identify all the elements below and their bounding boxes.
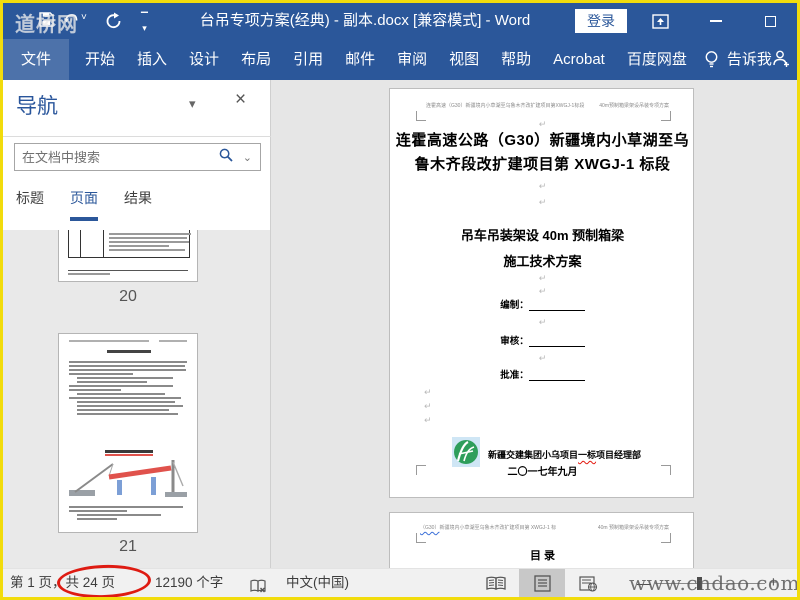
- minimize-button[interactable]: [701, 3, 731, 39]
- navigation-pane: 导航 ▾ × ⌄ 标题 页面 结果: [3, 80, 271, 568]
- tab-file[interactable]: 文件: [3, 39, 70, 80]
- word-count-status[interactable]: 12190 个字: [155, 569, 223, 597]
- language-status[interactable]: 中文(中国): [286, 569, 349, 597]
- navigation-tabs: 标题 页面 结果: [16, 188, 178, 221]
- word-window: ˅ ▔ ▾ 道桥网 台吊专项方案(经典) - 副本.docx [兼容模式] - W…: [0, 0, 800, 600]
- page-thumbnail-list[interactable]: 20 21: [3, 230, 270, 568]
- field-approved-by: 批准：: [390, 367, 695, 381]
- tab-home[interactable]: 开始: [74, 39, 126, 80]
- read-mode-button[interactable]: [473, 569, 519, 597]
- field-reviewed-by: 审核：: [390, 333, 695, 347]
- thumbnail-red-underlined-caption: [105, 450, 153, 456]
- document-page-1[interactable]: 连霍高速（G30）新疆境内小草湖至乌鲁木齐改扩建项目第XWGJ-1标段 40m预…: [389, 88, 694, 498]
- print-layout-button[interactable]: [519, 569, 565, 597]
- web-layout-button[interactable]: [565, 569, 611, 597]
- paragraph-mark: ↵: [538, 317, 547, 327]
- ribbon-display-options-button[interactable]: [645, 3, 675, 39]
- page2-header-right: 40m 预制箱梁架设吊装专项方案: [597, 525, 669, 531]
- paragraph-mark: ↵: [538, 273, 547, 283]
- title-bar: ˅ ▔ ▾ 道桥网 台吊专项方案(经典) - 副本.docx [兼容模式] - W…: [3, 3, 797, 39]
- paragraph-mark: ↵: [538, 197, 547, 207]
- thumbnail-label-21: 21: [119, 538, 137, 555]
- organization-name: 新疆交建集团小乌项目一标项目经理部: [488, 450, 642, 460]
- paragraph-mark: ↵: [424, 401, 432, 411]
- nav-tab-pages[interactable]: 页面: [70, 188, 98, 221]
- cndao-watermark: www.cndao.com: [629, 571, 800, 595]
- daoqiao-watermark: 道桥网: [15, 12, 78, 36]
- paragraph-mark: ↵: [538, 286, 547, 296]
- ribbon-tab-bar: 文件 开始 插入 设计 布局 引用 邮件 审阅 视图 帮助 Acrobat 百度…: [3, 39, 797, 80]
- thumbnail-label-20: 20: [119, 288, 137, 305]
- tab-review[interactable]: 审阅: [386, 39, 438, 80]
- doc-subtitle-line2: 施工技术方案: [503, 254, 582, 269]
- tab-view[interactable]: 视图: [438, 39, 490, 80]
- document-search-box[interactable]: ⌄: [14, 143, 261, 171]
- page1-header-left: 连霍高速（G30）新疆境内小草湖至乌鲁木齐改扩建项目第XWGJ-1标段: [426, 103, 585, 109]
- tab-design[interactable]: 设计: [178, 39, 230, 80]
- maximize-button[interactable]: [755, 3, 785, 39]
- thumbnail-page-21[interactable]: [58, 333, 198, 533]
- tab-layout[interactable]: 布局: [230, 39, 282, 80]
- paragraph-mark: ↵: [424, 415, 432, 425]
- doc-subtitle-line1: 吊车吊装架设 40m 预制箱梁: [460, 228, 625, 243]
- document-date: 二〇一七年九月: [507, 467, 578, 478]
- tab-baidu-netdisk[interactable]: 百度网盘: [616, 39, 698, 80]
- navigation-pane-title: 导航: [16, 95, 58, 118]
- paragraph-mark: ↵: [424, 387, 432, 397]
- thumbnail-table: [68, 230, 191, 258]
- thumbnail-crane-diagram: [63, 456, 195, 505]
- sign-in-button[interactable]: 登录: [575, 9, 627, 33]
- search-input[interactable]: [15, 149, 219, 165]
- doc-title-line1: 连霍高速公路（G30）新疆境内小草湖至乌: [395, 132, 690, 149]
- proofing-errors-icon[interactable]: [250, 576, 267, 597]
- share-person-icon[interactable]: [772, 49, 790, 71]
- field-prepared-by: 编制：: [390, 297, 695, 311]
- tab-acrobat[interactable]: Acrobat: [542, 39, 616, 80]
- thumbnail-text-lines: [69, 359, 189, 415]
- navigation-pane-close-icon[interactable]: ×: [235, 89, 246, 111]
- nav-tab-headings[interactable]: 标题: [16, 188, 44, 221]
- page1-header-right: 40m预制箱梁架设吊装专项方案: [599, 103, 669, 109]
- lightbulb-icon: [704, 50, 719, 69]
- paragraph-mark: ↵: [538, 353, 547, 363]
- navigation-separator: [3, 136, 271, 137]
- tab-references[interactable]: 引用: [282, 39, 334, 80]
- page2-header-left: （G30）新疆境内小草湖至乌鲁木齐改扩建项目第 XWGJ-1 标: [420, 525, 557, 531]
- doc-title-line2: 鲁木齐段改扩建项目第 XWGJ-1 标段: [414, 156, 671, 173]
- navigation-pane-dropdown-icon[interactable]: ▾: [189, 96, 196, 112]
- document-canvas[interactable]: 连霍高速（G30）新疆境内小草湖至乌鲁木齐改扩建项目第XWGJ-1标段 40m预…: [271, 80, 797, 568]
- thumbnail-heading-line: [107, 350, 151, 353]
- thumbnail-text-lines-bottom: [69, 504, 189, 520]
- tab-help[interactable]: 帮助: [490, 39, 542, 80]
- paragraph-mark: ↵: [538, 181, 547, 191]
- thumbnail-page-20[interactable]: [58, 230, 198, 282]
- tab-insert[interactable]: 插入: [126, 39, 178, 80]
- view-switcher: [473, 569, 611, 597]
- nav-tab-results[interactable]: 结果: [124, 188, 152, 221]
- search-icon[interactable]: [219, 148, 233, 167]
- toc-title: 目 录: [529, 550, 556, 562]
- search-dropdown-icon[interactable]: ⌄: [243, 151, 252, 164]
- tab-mailings[interactable]: 邮件: [334, 39, 386, 80]
- document-page-2[interactable]: （G30）新疆境内小草湖至乌鲁木齐改扩建项目第 XWGJ-1 标 40m 预制箱…: [389, 512, 694, 568]
